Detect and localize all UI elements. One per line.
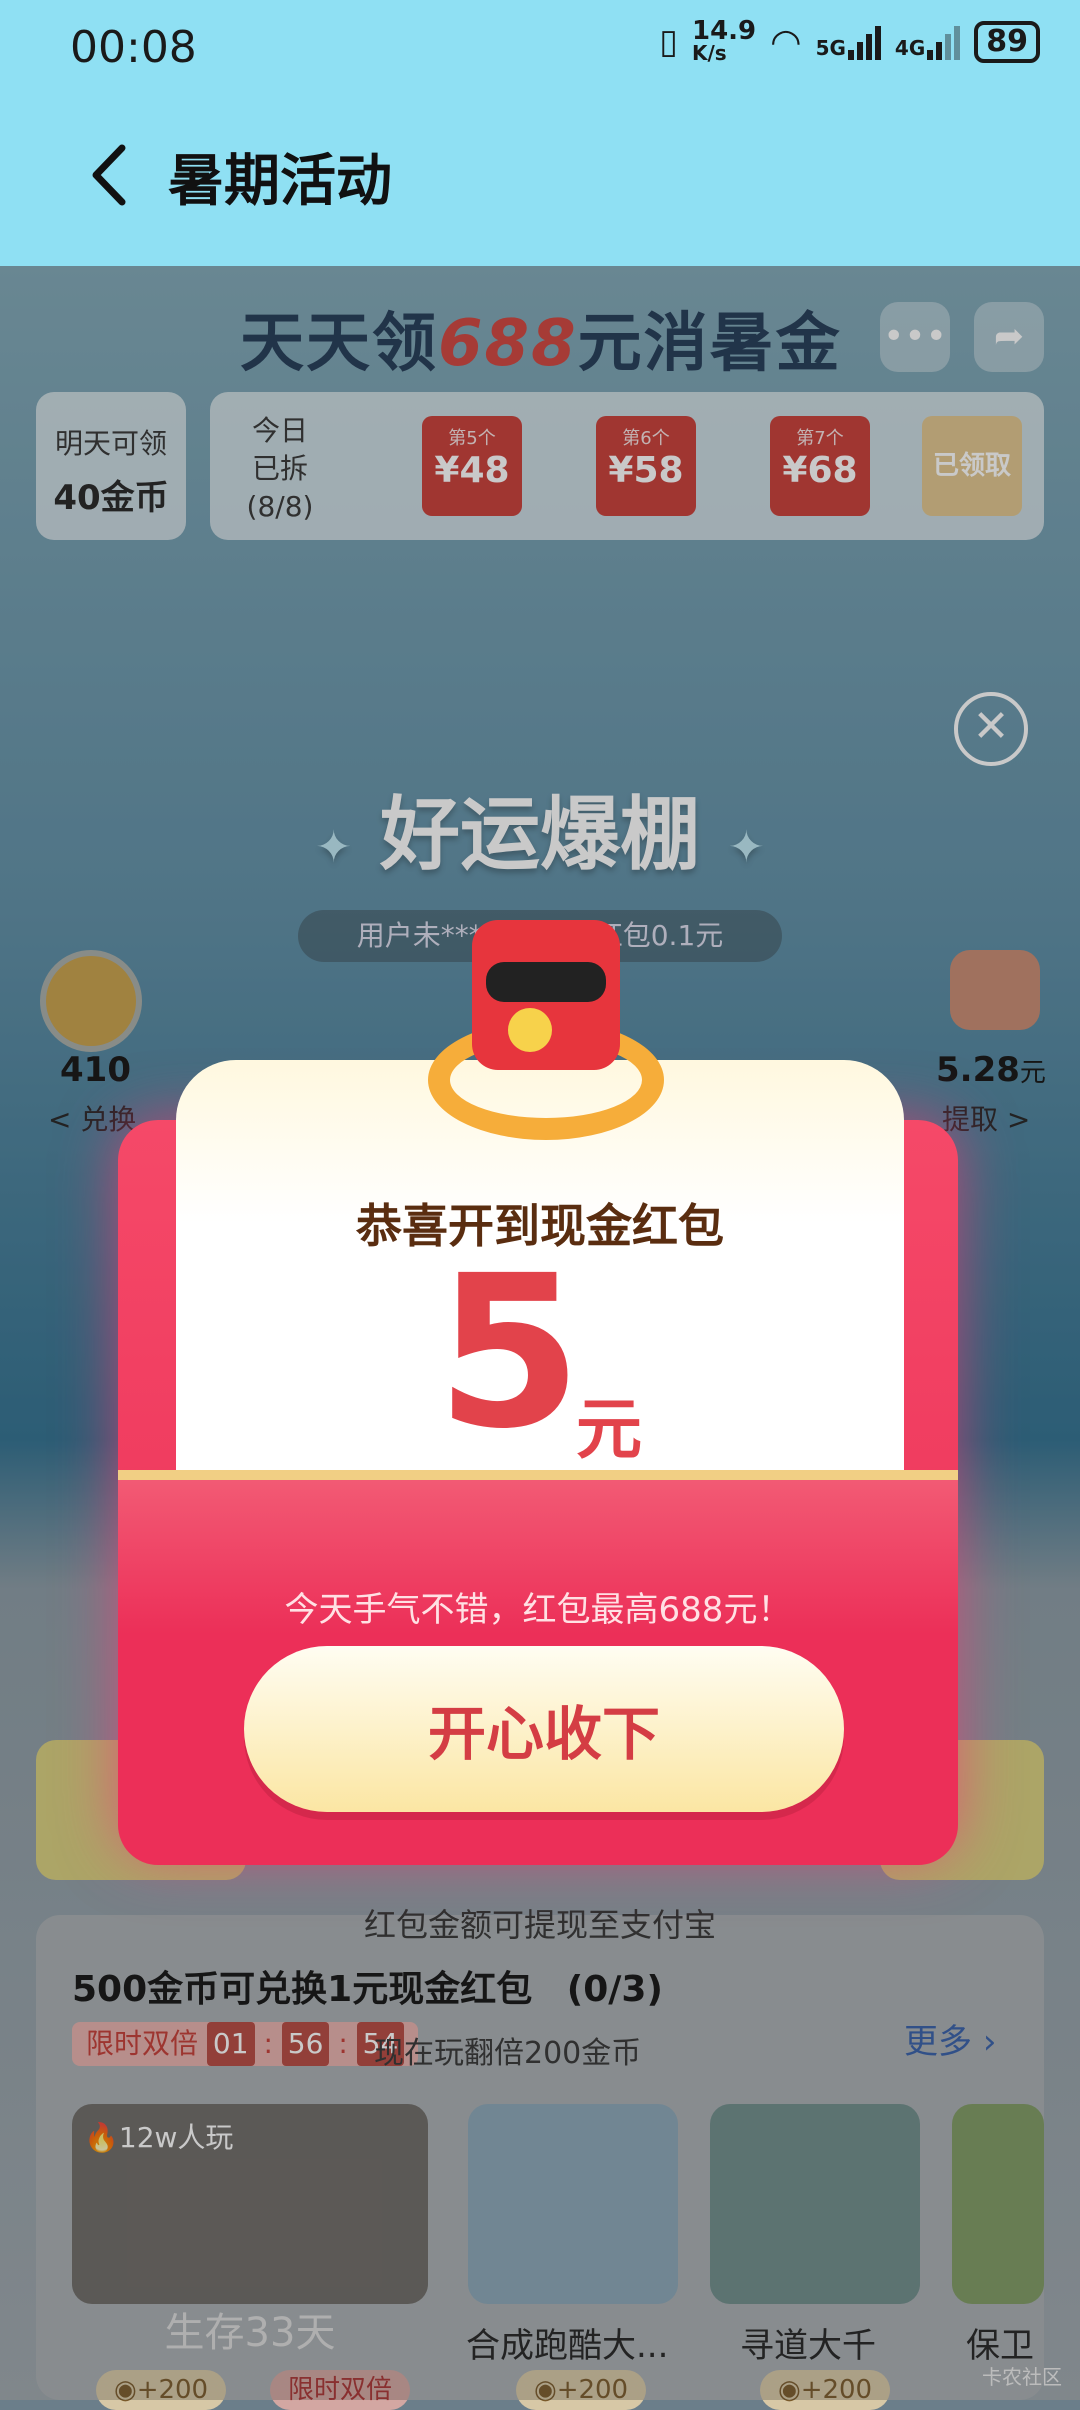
reward-pill: ◉+200 — [516, 2370, 647, 2410]
luck-tip: 今天手气不错，红包最高688元！ — [284, 1590, 792, 1630]
back-button[interactable] — [80, 140, 140, 210]
net-speed: 14.9 K/s — [691, 16, 757, 65]
coin-count: 410 — [60, 1050, 131, 1090]
cash-balance-value: 5.28 — [936, 1050, 1020, 1090]
red-packet-claimed: 已领取 — [922, 416, 1022, 516]
sim1-label: 5G — [815, 36, 846, 60]
red-packet-6[interactable]: 第6个 ¥58 — [596, 416, 696, 516]
prize-amount: 5 — [436, 1230, 583, 1475]
status-time: 00:08 — [70, 22, 197, 73]
chevron-right-icon: › — [982, 2022, 997, 2062]
cash-purse-icon — [950, 950, 1040, 1030]
vibrate-icon: ▯ — [659, 22, 678, 62]
more-games-link[interactable]: 更多 › — [904, 2014, 996, 2063]
red-packet-value: ¥48 — [434, 450, 510, 491]
play-double-text: 现在玩翻倍200金币 — [374, 2036, 642, 2071]
game-name: 合成跑酷大... — [466, 2326, 669, 2366]
exchange-title: 500金币可兑换1元现金红包 (0/3) — [72, 1960, 663, 2012]
limited-double-badge: 限时双倍 01 : 56 : 54 — [72, 2022, 419, 2066]
splash-left-icon: ✦ — [315, 822, 353, 873]
reward-pill: ◉+200 — [96, 2370, 227, 2410]
fire-icon: 🔥 — [84, 2121, 119, 2154]
sunglasses-icon — [486, 962, 606, 1002]
reward-value: +200 — [800, 2375, 873, 2405]
more-label: 更多 — [904, 2022, 972, 2062]
timer-minutes: 56 — [281, 2022, 330, 2066]
game-name: 生存33天 — [164, 2310, 336, 2356]
timer-hours: 01 — [206, 2022, 255, 2066]
red-packet-tag: 第7个 — [796, 428, 844, 449]
red-packet-value: ¥58 — [608, 450, 684, 491]
cash-balance-unit: 元 — [1019, 1058, 1046, 1088]
game-card-defend[interactable] — [952, 2104, 1044, 2304]
game-name: 保卫 — [966, 2326, 1034, 2366]
withdraw-note: 红包金额可提现至支付宝 — [363, 1906, 716, 1944]
reward-value: +200 — [136, 2375, 209, 2405]
mascot-mouth-icon — [508, 1008, 552, 1052]
red-packet-tag: 第5个 — [448, 428, 496, 449]
cash-balance: 5.28元 — [936, 1050, 1046, 1090]
status-icons: ▯ 14.9 K/s ◠ 5G 4G 89 — [659, 16, 1040, 65]
game-card-parkour[interactable] — [468, 2104, 678, 2304]
battery-icon: 89 — [974, 21, 1040, 63]
red-packet-tag: 第6个 — [622, 428, 670, 449]
exchange-progress: (0/3) — [566, 1969, 663, 2010]
accept-button[interactable]: 开心收下 — [244, 1646, 844, 1812]
red-packet-strip: 今日已拆(8/8) 第5个 ¥48 第6个 ¥58 第7个 ¥68 已领取 — [210, 392, 1044, 540]
coin-exchange-link[interactable]: < 兑换 — [48, 1098, 136, 1138]
exchange-title-text: 500金币可兑换1元现金红包 — [72, 1969, 533, 2010]
prize-unit: 元 — [576, 1391, 642, 1468]
net-speed-value: 14.9 — [691, 16, 757, 46]
watermark: 卡农社区 — [982, 2365, 1062, 2389]
sim1-signal-icon: 5G — [816, 24, 881, 60]
sim2-label: 4G — [894, 36, 926, 60]
gold-coin-icon — [40, 950, 142, 1052]
status-bar: 00:08 ▯ 14.9 K/s ◠ 5G 4G 89 — [0, 0, 1080, 100]
title-bar: 暑期活动 — [0, 100, 1080, 266]
lucky-title: ✦ 好运爆棚 ✦ — [0, 770, 1080, 886]
players-badge-text: 12w人玩 — [118, 2121, 234, 2154]
page-title: 暑期活动 — [168, 149, 392, 214]
splash-right-icon: ✦ — [727, 822, 765, 873]
bonus-pill: 限时双倍 — [270, 2370, 411, 2410]
reward-pill: ◉+200 — [760, 2370, 891, 2410]
net-speed-unit: K/s — [691, 41, 727, 65]
game-card-xundao[interactable] — [710, 2104, 920, 2304]
more-options-icon[interactable]: ••• — [880, 302, 950, 372]
share-icon[interactable]: ➦ — [974, 302, 1044, 372]
game-name: 寻道大千 — [740, 2326, 876, 2366]
red-packet-7[interactable]: 第7个 ¥68 — [770, 416, 870, 516]
game-card-survive[interactable]: 🔥12w人玩 生存33天 — [72, 2104, 428, 2356]
wifi-icon: ◠ — [770, 21, 802, 63]
coin-icon: ◉ — [534, 2375, 557, 2405]
banner-title: 天天领688元消暑金 — [240, 292, 842, 384]
banner-title-part-b: 元消暑金 — [577, 307, 842, 381]
cash-withdraw-link[interactable]: 提取 > — [942, 1098, 1030, 1138]
coin-icon: ◉ — [778, 2375, 801, 2405]
opened-count: 今日已拆(8/8) — [246, 414, 314, 523]
lucky-title-text: 好运爆棚 — [380, 788, 700, 881]
tomorrow-label: 明天可领 — [54, 427, 167, 460]
tomorrow-value: 40金币 — [53, 478, 169, 518]
close-dialog-button[interactable]: ✕ — [954, 692, 1028, 766]
banner-title-part-a: 天天领 — [240, 307, 438, 381]
reward-value: +200 — [556, 2375, 629, 2405]
coin-icon: ◉ — [114, 2375, 137, 2405]
players-badge: 🔥12w人玩 — [84, 2116, 233, 2156]
red-packet-5[interactable]: 第5个 ¥48 — [422, 416, 522, 516]
tomorrow-reward-card: 明天可领 40金币 — [36, 392, 186, 540]
red-packet-value: ¥68 — [782, 450, 858, 491]
limited-label: 限时双倍 — [86, 2027, 199, 2060]
sim2-signal-icon: 4G — [894, 24, 961, 60]
banner-title-number: 688 — [438, 307, 578, 381]
